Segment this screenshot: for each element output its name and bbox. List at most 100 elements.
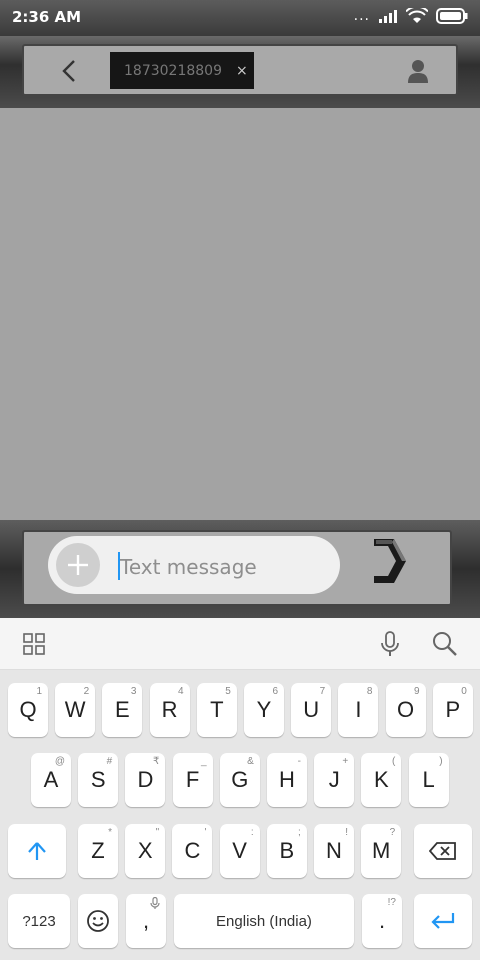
smiley-icon [87,910,109,932]
status-bar: 2:36 AM ... [0,0,480,36]
key-label: F [185,767,200,792]
key-label: M [372,838,391,863]
key-h[interactable]: H- [267,753,307,807]
key-i[interactable]: I8 [338,683,379,737]
key-j[interactable]: J + [314,753,355,807]
recipient-number: 18730218809 [124,62,222,79]
key-label: N [326,838,342,863]
keyboard-toolbar [0,618,480,670]
key-label: E [115,697,130,722]
key-y[interactable]: Y6 [244,683,284,737]
key-hint: ( [392,756,396,767]
key-hint: ! [345,827,348,838]
key-hint: 8 [366,686,373,697]
key-t[interactable]: T5 [196,683,237,737]
key-s[interactable]: S # [78,753,119,807]
shift-key[interactable] [8,824,66,878]
key-label: O [397,697,415,722]
grid-icon [23,633,45,655]
key-x[interactable]: X " [125,824,166,878]
key-label: R [161,697,178,722]
key-g[interactable]: G & [219,753,260,807]
message-list[interactable] [0,108,480,522]
key-hint: 3 [130,686,137,697]
send-arrow-icon [374,539,406,583]
key-u[interactable]: U7 [291,683,332,737]
key-hint: ) [439,756,443,767]
message-input[interactable] [118,548,332,586]
key-c[interactable]: C ' [172,824,213,878]
key-hint: 1 [36,686,42,697]
key-hint: @ [54,756,65,767]
signal-icon [379,10,397,23]
period-key[interactable]: .!? [362,894,402,948]
emoji-key[interactable] [78,894,118,948]
key-d[interactable]: D ₹ [125,753,166,807]
key-hint: : [250,827,254,838]
key-hint: " [155,827,160,838]
key-v[interactable]: V: [219,824,260,878]
recipient-chip[interactable]: 18730218809 × [110,52,254,89]
keyboard-search-button[interactable] [432,631,458,661]
remove-recipient-icon[interactable]: × [236,63,248,79]
key-p[interactable]: P0 [432,683,473,737]
more-dots-icon: ... [353,8,370,24]
key-o[interactable]: O9 [385,683,426,737]
key-label: C [184,838,201,863]
keyboard-menu-button[interactable] [22,632,46,660]
key-e[interactable]: E3 [102,683,143,737]
space-key[interactable]: English (India) [174,894,354,948]
key-hint: 9 [414,686,420,697]
enter-key[interactable] [414,894,472,948]
backspace-key[interactable] [414,824,472,878]
key-hint: 7 [319,686,326,697]
key-label: D [137,767,154,792]
key-hint: _ [201,756,207,767]
key-hint: 5 [225,686,231,697]
send-button[interactable] [368,536,412,586]
back-button[interactable] [52,56,86,86]
key-l[interactable]: L) [408,753,449,807]
add-contact-button[interactable] [402,56,434,86]
key-q[interactable]: Q1 [8,683,48,737]
key-w[interactable]: W2 [55,683,96,737]
voice-input-button[interactable] [378,630,402,662]
search-icon [433,632,457,656]
key-hint: + [342,756,349,767]
key-label: . [378,908,386,933]
mic-hint-icon [150,896,160,912]
key-z[interactable]: Z * [78,824,118,878]
plus-icon [68,555,88,575]
key-k[interactable]: K( [361,753,402,807]
key-label: English (India) [216,912,312,930]
key-b[interactable]: B; [266,824,307,878]
key-label: Y [256,697,272,722]
key-n[interactable]: N! [314,824,354,878]
key-hint: # [106,756,113,767]
key-label: W [64,697,86,722]
key-a[interactable]: A @ [31,753,71,807]
symbols-key[interactable]: ?123 [8,894,70,948]
key-hint: * [108,827,112,838]
key-hint: 4 [178,686,184,697]
status-time: 2:36 AM [12,8,82,26]
key-hint: - [297,756,301,767]
key-label: ?123 [22,912,56,930]
key-label: S [90,767,106,792]
attach-button[interactable] [56,543,100,587]
key-label: A [43,767,59,792]
key-r[interactable]: R4 [149,683,190,737]
key-f[interactable]: F _ [172,753,213,807]
key-label: G [231,767,249,792]
key-hint: ? [389,827,396,838]
wifi-icon [406,8,428,23]
chevron-left-icon [62,60,75,82]
text-cursor [118,552,120,580]
key-hint: & [247,756,254,767]
key-hint: 6 [272,686,278,697]
comma-key[interactable]: , [126,894,166,948]
key-m[interactable]: M? [361,824,402,878]
key-label: I [355,697,362,722]
key-label: Q [19,697,37,722]
key-label: , [142,908,150,933]
